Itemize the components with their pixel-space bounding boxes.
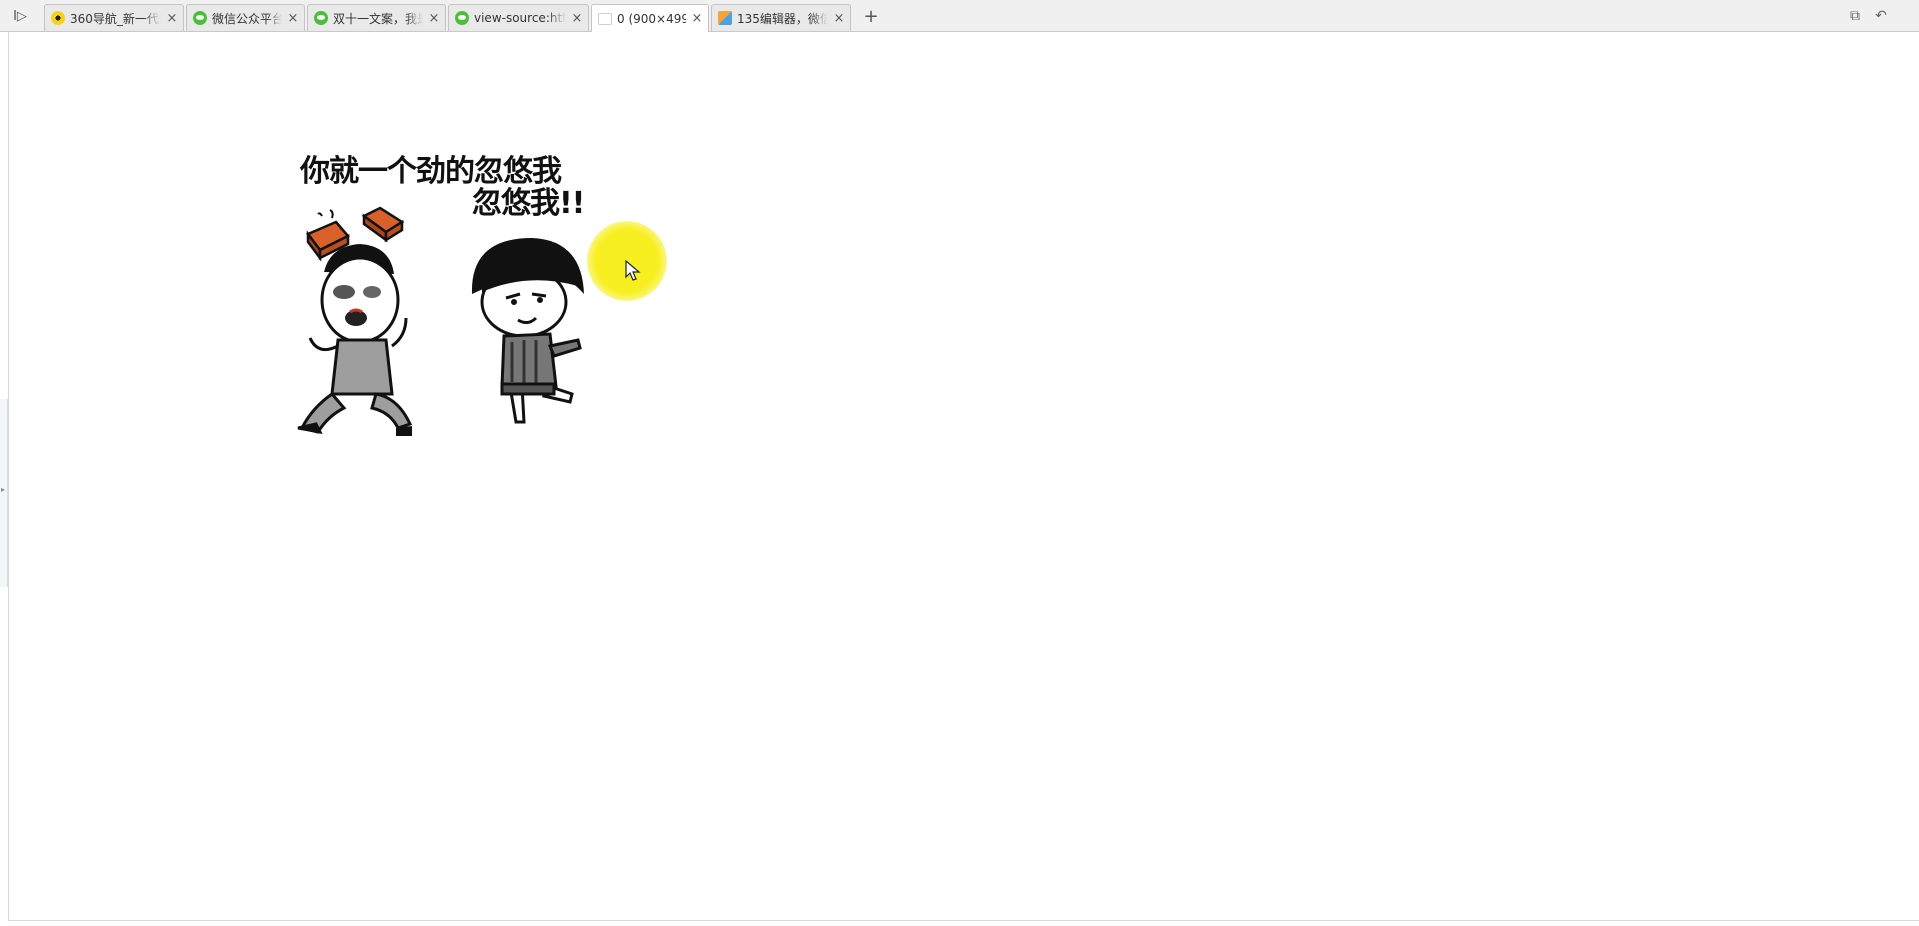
tab-bar: I▷ 360导航_新一代安全上网导航 × 微信公众平台 × 双十一文案，我是 ×… (0, 0, 1919, 32)
bowl-cut-boy-figure (471, 238, 584, 424)
360-icon (51, 11, 65, 25)
tab-view-source[interactable]: view-source:http × (448, 4, 589, 31)
wechat-icon (193, 11, 207, 25)
tab-label: 微信公众平台 (212, 11, 282, 26)
close-icon[interactable]: × (165, 11, 179, 26)
tab-label: 135编辑器，微信 (737, 11, 828, 26)
sidebar-toggle-icon: I▷ (13, 8, 27, 24)
tab-360-nav[interactable]: 360导航_新一代安全上网导航 × (44, 4, 184, 31)
undo-close-tab-button[interactable]: ↶ (1871, 7, 1891, 25)
sidebar-expand-handle[interactable]: ▸ (0, 399, 8, 587)
close-icon[interactable]: × (570, 11, 584, 26)
restore-window-icon: ⧉ (1850, 8, 1860, 24)
tab-strip: 360导航_新一代安全上网导航 × 微信公众平台 × 双十一文案，我是 × vi… (44, 4, 853, 32)
running-man-figure (297, 244, 413, 436)
tab-label: view-source:http (474, 11, 566, 25)
content-bottom-border (8, 920, 1919, 921)
close-icon[interactable]: × (286, 11, 300, 26)
tab-label: 0 (900×499) (617, 11, 686, 26)
mouse-cursor-icon (625, 260, 641, 281)
image-icon (598, 12, 612, 25)
close-icon[interactable]: × (427, 11, 441, 26)
tab-wechat-platform[interactable]: 微信公众平台 × (186, 4, 305, 31)
wechat-icon (455, 11, 469, 25)
tab-label: 双十一文案，我是 (333, 11, 423, 26)
tab-label: 360导航_新一代安全上网导航 (70, 11, 161, 26)
meme-illustration (297, 206, 584, 436)
page-content: ▸ 你就一个劲的忽悠我 忽悠我!! (0, 32, 1919, 921)
chevron-right-icon: ▸ (1, 485, 6, 494)
content-border (8, 32, 9, 920)
close-icon[interactable]: × (832, 11, 846, 26)
close-icon[interactable]: × (690, 11, 704, 26)
tab-double-eleven[interactable]: 双十一文案，我是 × (307, 4, 446, 31)
plus-icon: + (863, 5, 879, 27)
browser-window: I▷ 360导航_新一代安全上网导航 × 微信公众平台 × 双十一文案，我是 ×… (0, 0, 1919, 926)
undo-icon: ↶ (1875, 8, 1887, 24)
135-icon (718, 11, 732, 25)
tab-image-active[interactable]: 0 (900×499) × (591, 4, 709, 32)
tab-135-editor[interactable]: 135编辑器，微信 × (711, 4, 851, 31)
brick-icon (361, 206, 405, 243)
sidebar-toggle-button[interactable]: I▷ (8, 6, 32, 26)
new-tab-button[interactable]: + (862, 5, 880, 27)
restore-tabs-button[interactable]: ⧉ (1845, 7, 1865, 25)
wechat-icon (314, 11, 328, 25)
